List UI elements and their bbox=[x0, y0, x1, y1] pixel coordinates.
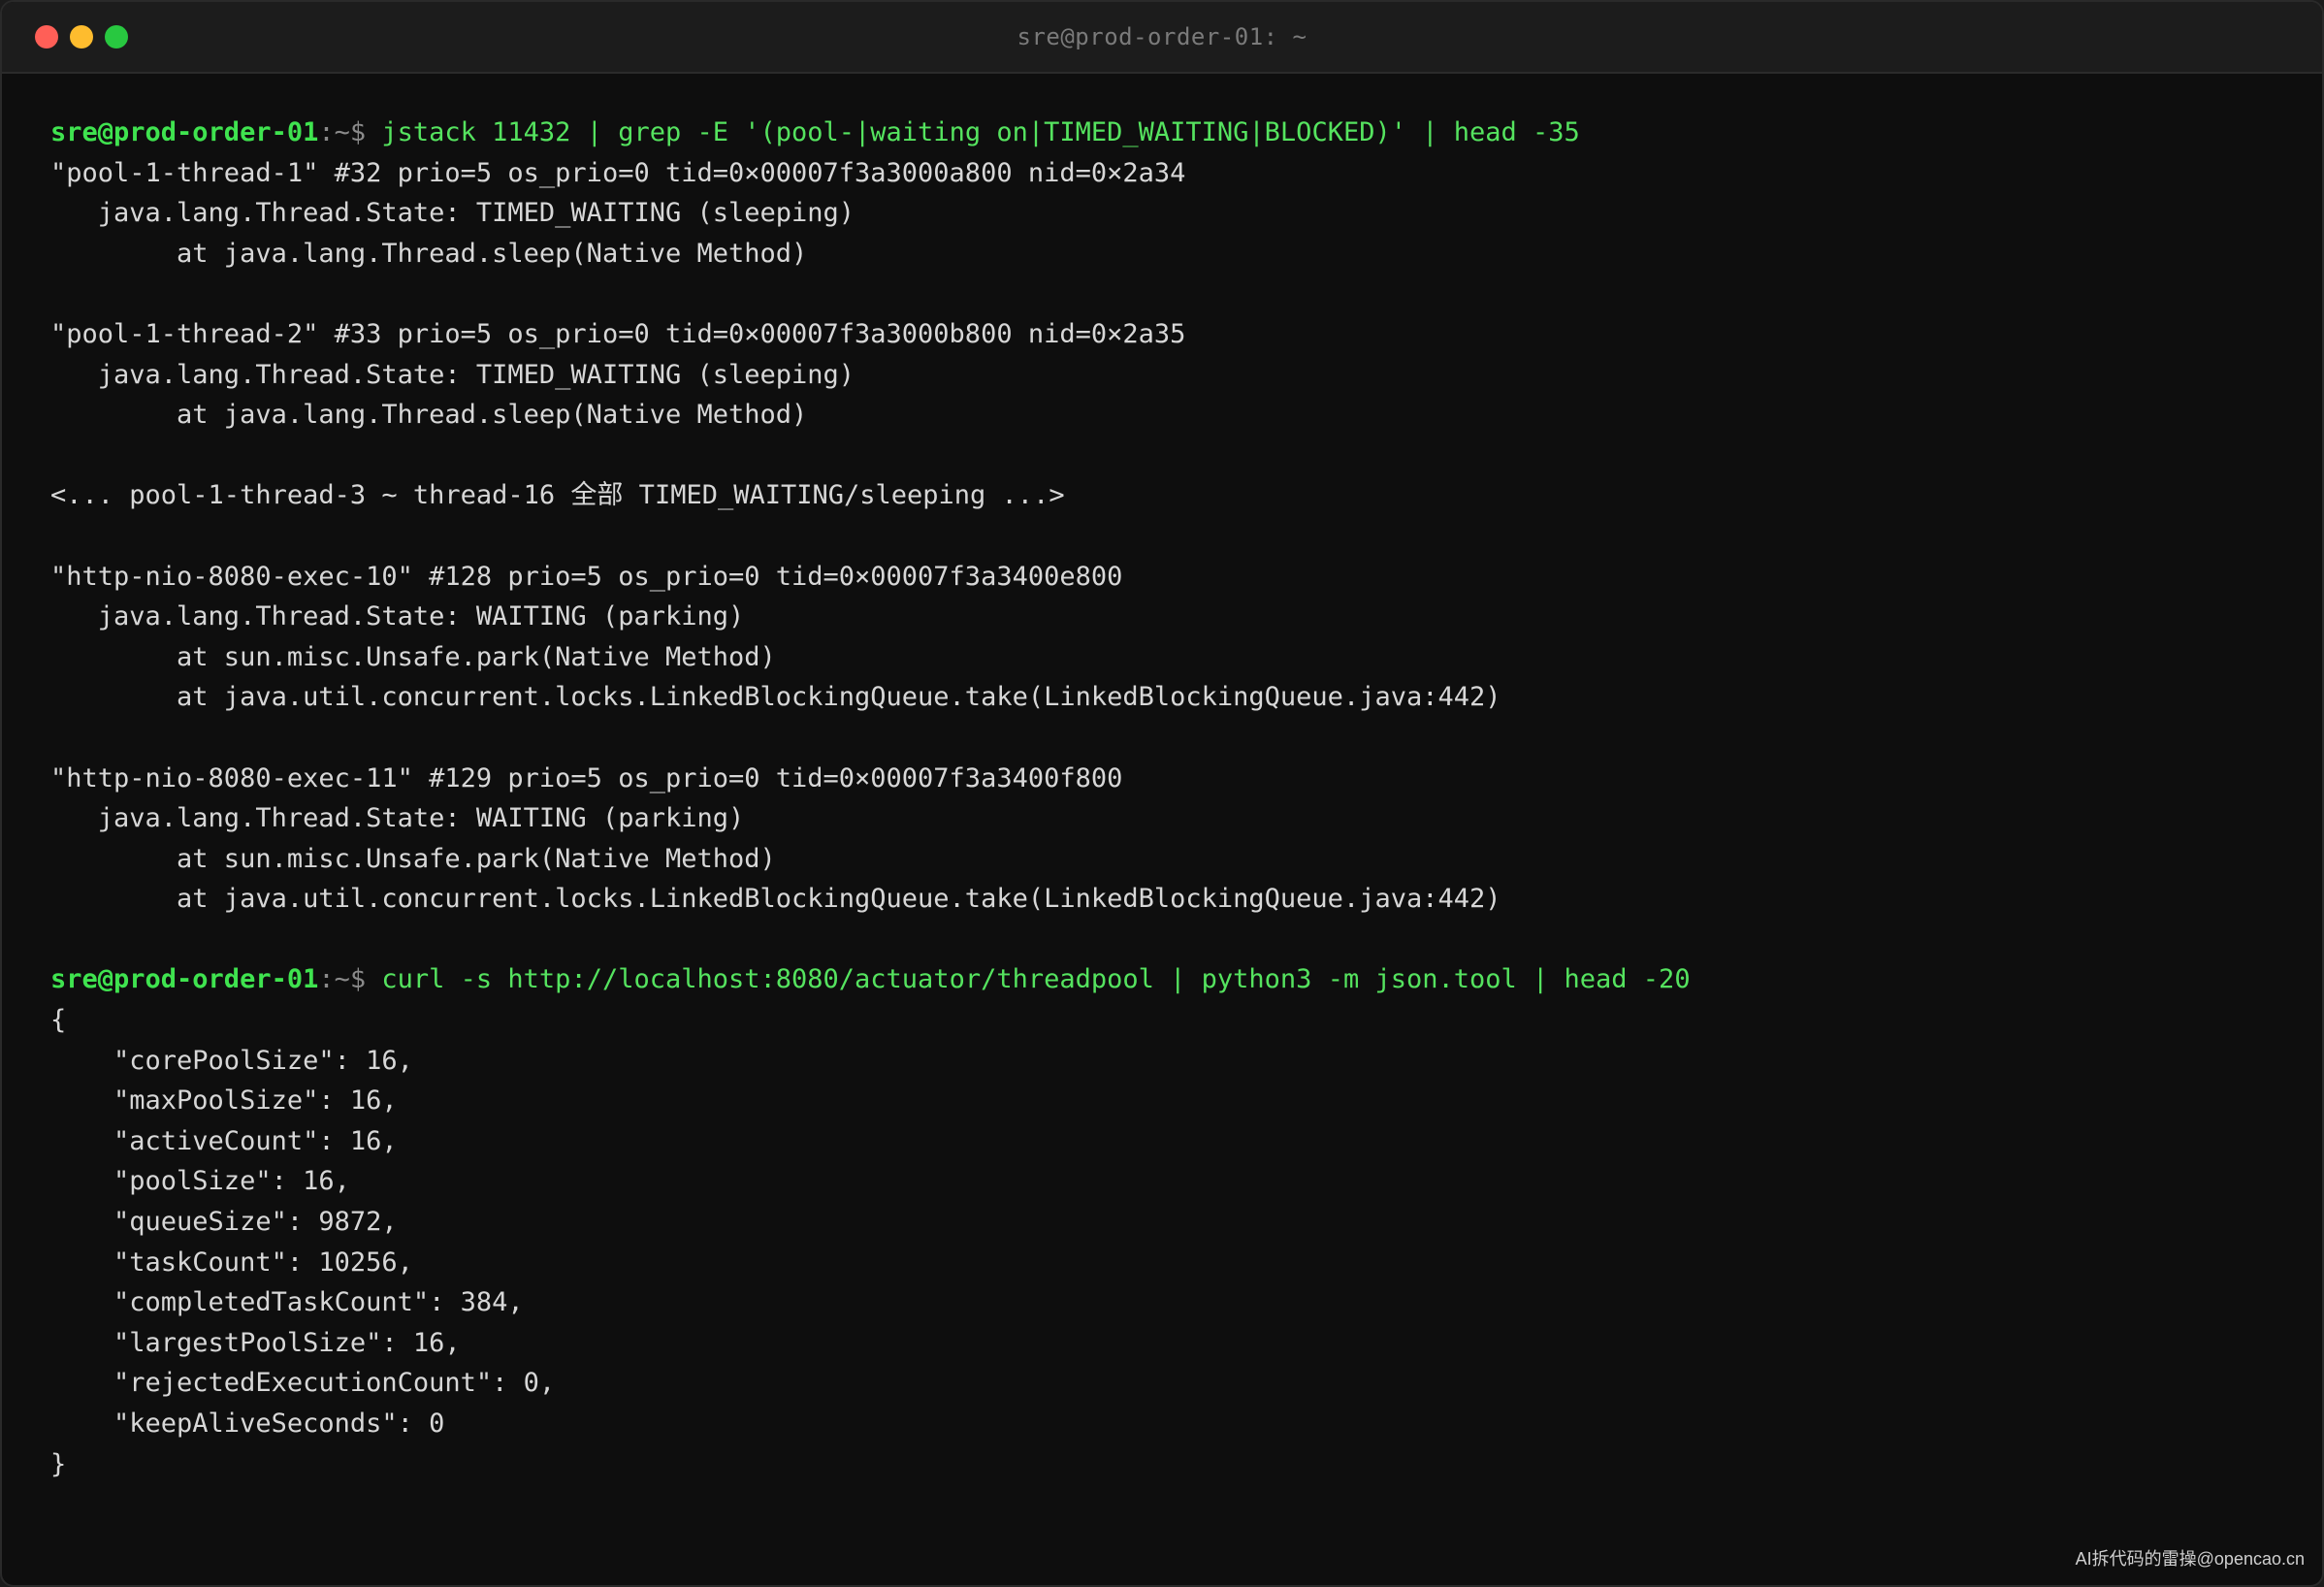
output-line: java.lang.Thread.State: TIMED_WAITING (s… bbox=[50, 359, 855, 390]
output-line: at java.util.concurrent.locks.LinkedBloc… bbox=[50, 682, 1501, 713]
prompt-user-host: sre@prod-order-01 bbox=[50, 117, 319, 147]
output-line: "http-nio-8080-exec-10" #128 prio=5 os_p… bbox=[50, 561, 1123, 592]
output-line: "largestPoolSize": 16, bbox=[50, 1327, 461, 1358]
output-line: "activeCount": 16, bbox=[50, 1125, 398, 1156]
output-line: "poolSize": 16, bbox=[50, 1166, 350, 1197]
output-line: "http-nio-8080-exec-11" #129 prio=5 os_p… bbox=[50, 762, 1123, 794]
output-line: at java.util.concurrent.locks.LinkedBloc… bbox=[50, 884, 1501, 915]
output-line: at java.lang.Thread.sleep(Native Method) bbox=[50, 238, 808, 269]
watermark: AI拆代码的雷操@opencao.cn bbox=[2075, 1549, 2305, 1569]
window-title: sre@prod-order-01: ~ bbox=[1017, 23, 1307, 50]
output-line: at java.lang.Thread.sleep(Native Method) bbox=[50, 400, 808, 431]
terminal-output[interactable]: sre@prod-order-01:~$ jstack 11432 | grep… bbox=[50, 113, 2283, 1546]
output-line: "pool-1-thread-2" #33 prio=5 os_prio=0 t… bbox=[50, 318, 1186, 349]
output-line: java.lang.Thread.State: WAITING (parking… bbox=[50, 803, 745, 834]
prompt-path: :~$ bbox=[318, 964, 382, 995]
output-line: "corePoolSize": 16, bbox=[50, 1045, 413, 1076]
prompt-user-host: sre@prod-order-01 bbox=[50, 964, 319, 995]
output-line: "rejectedExecutionCount": 0, bbox=[50, 1368, 556, 1399]
terminal-window: sre@prod-order-01: ~ sre@prod-order-01:~… bbox=[0, 0, 2324, 1587]
prompt-line: sre@prod-order-01:~$ curl -s http://loca… bbox=[50, 959, 2283, 1000]
output-line: "taskCount": 10256, bbox=[50, 1247, 413, 1278]
command-text: jstack 11432 | grep -E '(pool-|waiting o… bbox=[381, 117, 1580, 147]
output-line: <... pool-1-thread-3 ~ thread-16 全部 TIME… bbox=[50, 480, 1065, 511]
output-line: "queueSize": 9872, bbox=[50, 1207, 398, 1238]
output-line: "keepAliveSeconds": 0 bbox=[50, 1409, 445, 1439]
output-line: java.lang.Thread.State: WAITING (parking… bbox=[50, 601, 745, 632]
prompt-line: sre@prod-order-01:~$ jstack 11432 | grep… bbox=[50, 113, 2283, 153]
output-line: "pool-1-thread-1" #32 prio=5 os_prio=0 t… bbox=[50, 157, 1186, 188]
prompt-path: :~$ bbox=[318, 117, 382, 147]
output-line: "maxPoolSize": 16, bbox=[50, 1085, 398, 1117]
output-line: { bbox=[50, 1005, 67, 1036]
output-line: at sun.misc.Unsafe.park(Native Method) bbox=[50, 843, 776, 874]
output-line: "completedTaskCount": 384, bbox=[50, 1287, 524, 1318]
output-line: } bbox=[50, 1448, 67, 1479]
output-line: at sun.misc.Unsafe.park(Native Method) bbox=[50, 641, 776, 672]
output-line: java.lang.Thread.State: TIMED_WAITING (s… bbox=[50, 198, 855, 229]
title-bar: sre@prod-order-01: ~ bbox=[2, 2, 2322, 74]
command-text: curl -s http://localhost:8080/actuator/t… bbox=[381, 964, 1691, 995]
